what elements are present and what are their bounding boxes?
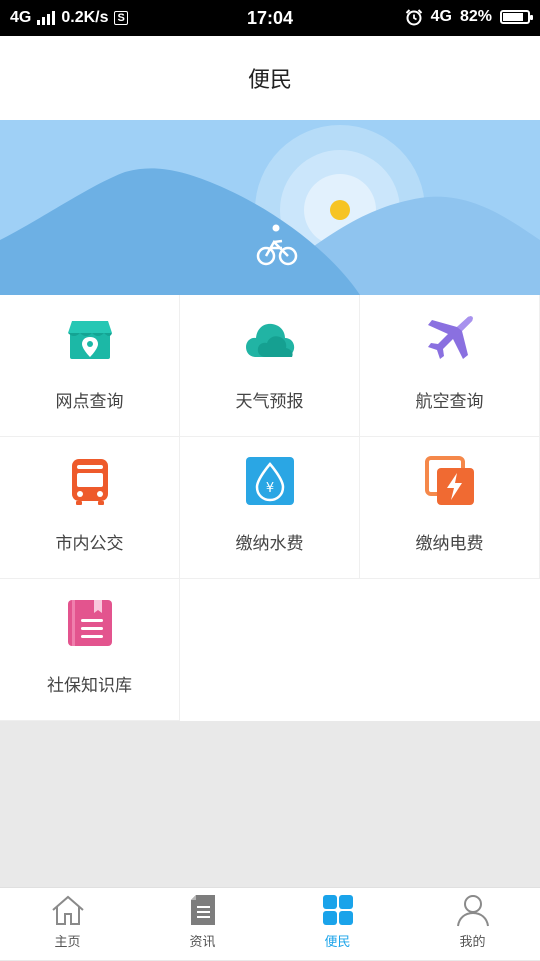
- page-title: 便民: [247, 68, 292, 93]
- nav-tab-news[interactable]: 资讯: [135, 888, 270, 961]
- service-label: 航空查询: [415, 392, 484, 412]
- nav-label: 便民: [324, 935, 351, 950]
- nav-label: 资讯: [189, 935, 216, 950]
- service-social-security-kb[interactable]: 社保知识库: [0, 579, 180, 721]
- home-icon: [51, 895, 84, 925]
- svg-text:¥: ¥: [265, 481, 273, 496]
- service-weather[interactable]: 天气预报: [180, 295, 360, 437]
- service-label: 社保知识库: [47, 676, 132, 696]
- battery-icon: [500, 10, 533, 24]
- document-icon: [190, 895, 215, 925]
- service-flight-query[interactable]: 航空查询: [360, 295, 540, 437]
- service-grid: 网点查询 天气预报 航空查询 市内公交 ¥ 缴纳水费 缴纳电费 社保知识库: [0, 295, 540, 721]
- service-label: 缴纳电费: [415, 534, 484, 554]
- nav-label: 我的: [459, 935, 486, 950]
- status-bar: 4G 0.2K/s S 17:04 4G 82%: [0, 0, 540, 36]
- service-pay-electricity[interactable]: 缴纳电费: [360, 437, 540, 579]
- battery-percent: 82%: [459, 8, 492, 25]
- nav-tab-home[interactable]: 主页: [0, 888, 135, 961]
- nav-tab-profile[interactable]: 我的: [405, 888, 540, 961]
- bottom-navigation: 主页 资讯 便民 我的: [0, 887, 540, 960]
- title-bar: 便民: [0, 36, 540, 120]
- electric-bolt-icon: [424, 456, 474, 505]
- service-label: 天气预报: [235, 392, 304, 412]
- service-pay-water[interactable]: ¥ 缴纳水费: [180, 437, 360, 579]
- bus-icon: [71, 459, 108, 505]
- service-label: 市内公交: [55, 534, 124, 554]
- grid-icon: [322, 895, 353, 925]
- airplane-icon: [427, 316, 473, 359]
- service-city-bus[interactable]: 市内公交: [0, 437, 180, 579]
- water-drop-icon: ¥: [245, 457, 294, 505]
- network-type-right: 4G: [430, 8, 452, 25]
- service-branch-query[interactable]: 网点查询: [0, 295, 180, 437]
- book-icon: [67, 600, 112, 646]
- banner-image: [0, 120, 540, 295]
- service-label: 网点查询: [55, 392, 124, 412]
- nav-label: 主页: [54, 935, 81, 950]
- service-label: 缴纳水费: [235, 534, 304, 554]
- alarm-icon: [405, 9, 422, 26]
- nav-tab-convenience[interactable]: 便民: [270, 888, 405, 961]
- person-icon: [456, 895, 489, 927]
- store-location-icon: [67, 321, 112, 359]
- cloud-icon: [245, 323, 294, 357]
